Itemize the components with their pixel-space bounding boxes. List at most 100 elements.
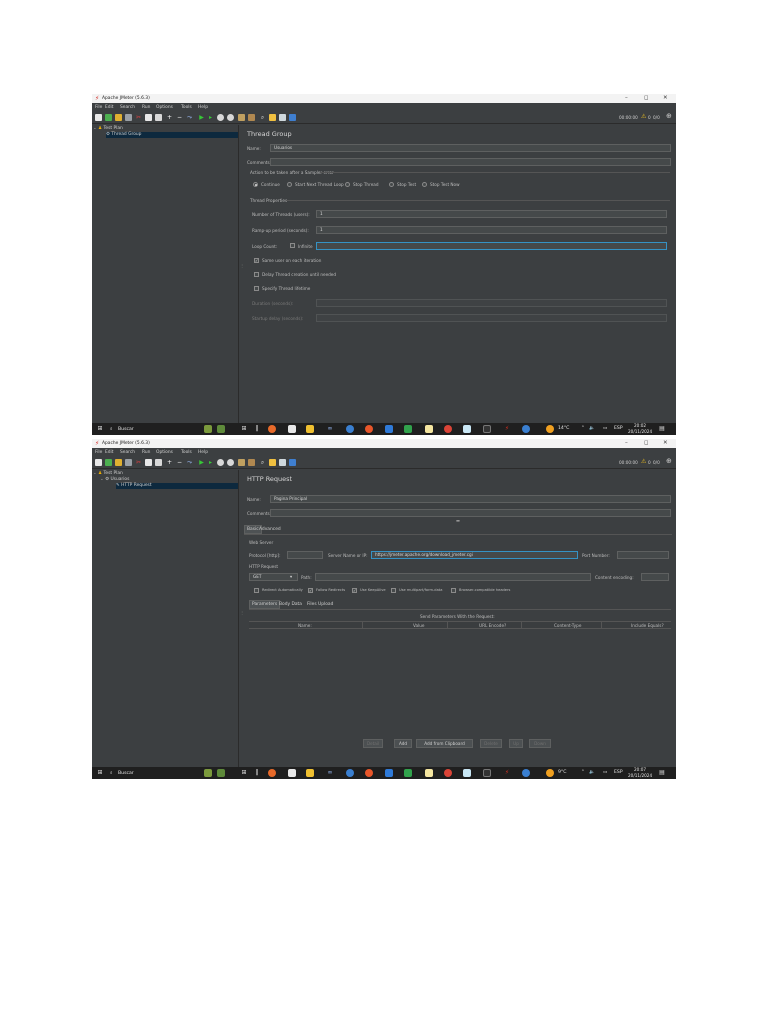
params-table-body[interactable] [249, 630, 671, 730]
method-select[interactable]: GET ▾ [249, 573, 298, 581]
down-button[interactable]: Down [529, 739, 551, 748]
toggle-icon[interactable]: ⤳ [186, 114, 193, 121]
start-no-pauses-icon[interactable]: ▸ [207, 114, 214, 121]
browser-icon[interactable] [346, 425, 354, 433]
menu-tools[interactable]: Tools [181, 105, 192, 110]
collapse-icon[interactable]: − [176, 114, 183, 121]
reset-search-icon[interactable] [269, 114, 276, 121]
clock-date[interactable]: 20/11/2024 [628, 429, 652, 434]
remote-icon[interactable]: ⊕ [666, 457, 672, 465]
search-icon[interactable]: ⌕ [259, 459, 266, 466]
start-icon[interactable]: ▶ [198, 114, 205, 121]
comments-field[interactable] [270, 158, 671, 166]
reset-search-icon[interactable] [269, 459, 276, 466]
maximize-button[interactable]: ◻ [644, 95, 649, 102]
startup-delay-field[interactable] [316, 314, 667, 322]
search-icon[interactable]: ⌕ [259, 114, 266, 121]
open-icon[interactable] [115, 459, 122, 466]
stop-icon[interactable] [217, 114, 224, 121]
menu-edit[interactable]: Edit [105, 105, 114, 110]
browser-headers-checkbox[interactable] [451, 588, 456, 593]
col-value[interactable]: Value [413, 623, 425, 628]
expand-icon[interactable]: + [166, 114, 173, 121]
infinite-checkbox[interactable] [290, 243, 295, 248]
windows-start-icon[interactable]: ⊞ [96, 425, 104, 433]
add-button[interactable]: Add [394, 739, 412, 748]
start-next-loop-radio[interactable] [287, 182, 292, 187]
taskbar-search[interactable]: ⌕ Buscar [110, 425, 190, 433]
terminal-icon[interactable] [483, 425, 491, 433]
redirect-auto-checkbox[interactable] [254, 588, 259, 593]
menu-help[interactable]: Help [198, 450, 208, 455]
stop-test-now-radio[interactable] [422, 182, 427, 187]
keepalive-checkbox[interactable]: ✓ [352, 588, 357, 593]
speaker-icon[interactable]: 🔈 [589, 770, 595, 775]
shutdown-icon[interactable] [227, 459, 234, 466]
new-icon[interactable] [95, 459, 102, 466]
clear-all-icon[interactable] [248, 114, 255, 121]
network-app-icon[interactable] [522, 425, 530, 433]
save-icon[interactable] [125, 114, 132, 121]
browser-alt-icon[interactable] [365, 425, 373, 433]
battery-icon[interactable]: ▭ [603, 770, 607, 775]
clock-time[interactable]: 20:02 [634, 423, 646, 428]
thread-lifetime-checkbox[interactable] [254, 286, 259, 291]
col-content-type[interactable]: Content-Type [554, 623, 581, 628]
minimize-button[interactable]: – [625, 95, 628, 102]
loop-count-field[interactable] [316, 242, 667, 250]
threads-field[interactable]: 1 [316, 210, 667, 218]
rampup-field[interactable]: 1 [316, 226, 667, 234]
col-url-encode[interactable]: URL Encode? [479, 623, 506, 628]
file-icon[interactable] [288, 769, 296, 777]
cut-icon[interactable]: ✂ [135, 114, 142, 121]
minimize-button[interactable]: – [625, 440, 628, 447]
clear-icon[interactable] [238, 114, 245, 121]
folder-icon[interactable] [306, 769, 314, 777]
menu-edit[interactable]: Edit [105, 450, 114, 455]
collapse-icon[interactable]: − [176, 459, 183, 466]
chrome-icon[interactable] [444, 769, 452, 777]
templates-icon[interactable] [105, 114, 112, 121]
task-view-icon[interactable]: ⊞ [240, 425, 248, 433]
battery-icon[interactable]: ▭ [603, 426, 607, 431]
paint-icon[interactable] [463, 425, 471, 433]
menu-search[interactable]: Search [120, 105, 135, 110]
protocol-field[interactable] [287, 551, 323, 559]
browser-alt-icon[interactable] [365, 769, 373, 777]
clock-date[interactable]: 20/11/2024 [628, 773, 652, 778]
clear-all-icon[interactable] [248, 459, 255, 466]
splitter-handle[interactable]: ⋮ [240, 610, 244, 616]
menu-tools[interactable]: Tools [181, 450, 192, 455]
help-icon[interactable] [289, 459, 296, 466]
paint-icon[interactable] [463, 769, 471, 777]
server-name-field[interactable]: https://jmeter.apache.org/download_jmete… [371, 551, 578, 559]
stop-test-radio[interactable] [389, 182, 394, 187]
app-icon[interactable] [268, 425, 276, 433]
start-no-pauses-icon[interactable]: ▸ [207, 459, 214, 466]
mail-icon[interactable] [385, 425, 393, 433]
menu-search[interactable]: Search [120, 450, 135, 455]
maximize-button[interactable]: ◻ [644, 440, 649, 447]
spreadsheet-icon[interactable] [404, 769, 412, 777]
name-field[interactable]: Usuarios [270, 144, 671, 152]
spreadsheet-icon[interactable] [404, 425, 412, 433]
menu-file[interactable]: File [95, 105, 102, 110]
copy-icon[interactable] [145, 114, 152, 121]
tab-advanced[interactable]: Advanced [257, 525, 283, 534]
close-button[interactable]: ✕ [663, 95, 668, 102]
notes-icon[interactable] [425, 769, 433, 777]
remote-icon[interactable]: ⊕ [666, 112, 672, 120]
name-field[interactable]: Pagina Principal [270, 495, 671, 503]
cut-icon[interactable]: ✂ [135, 459, 142, 466]
splitter-grip-icon[interactable]: ▬ [456, 518, 460, 523]
follow-redirects-checkbox[interactable]: ✓ [308, 588, 313, 593]
templates-icon[interactable] [105, 459, 112, 466]
help-icon[interactable] [289, 114, 296, 121]
language-indicator[interactable]: ESP [614, 426, 623, 431]
menu-options[interactable]: Options [156, 450, 173, 455]
menu-file[interactable]: File [95, 450, 102, 455]
warning-icon[interactable]: ⚠ [641, 113, 646, 120]
mail-icon[interactable] [385, 769, 393, 777]
expand-icon[interactable]: + [166, 459, 173, 466]
browser-icon[interactable] [346, 769, 354, 777]
